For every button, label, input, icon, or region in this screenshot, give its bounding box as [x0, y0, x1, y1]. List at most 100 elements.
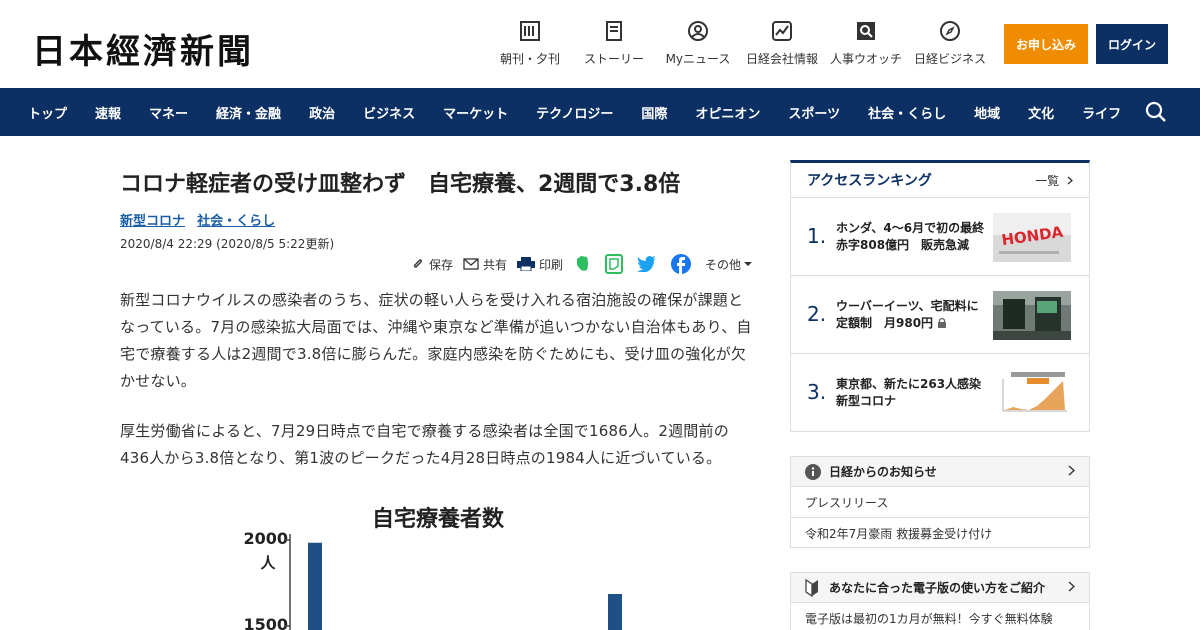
twitter-button[interactable] [636, 256, 661, 272]
nav-item-top[interactable]: トップ [14, 103, 81, 122]
service-label: 日経ビジネス [913, 52, 986, 66]
ranking-number: 2. [807, 302, 827, 326]
share-label: 共有 [482, 257, 507, 272]
service-chokan-yukan[interactable]: 朝刊・夕刊 [488, 20, 572, 67]
article-tags: 新型コロナ 社会・くらし [120, 210, 756, 232]
nav-item-politics[interactable]: 政治 [295, 103, 349, 122]
article: コロナ軽症者の受け皿整わず 自宅療養、2週間で3.8倍 新型コロナ 社会・くらし… [120, 160, 756, 467]
ranking-headline: ウーバーイーツ、宅配料に定額制 月980円 [836, 298, 986, 332]
newspaper-icon [520, 21, 540, 41]
save-label: 保存 [428, 257, 453, 272]
chart-title: 自宅療養者数 [372, 506, 505, 532]
nav-item-market[interactable]: マーケット [429, 103, 522, 122]
evernote-icon [576, 256, 588, 271]
facebook-icon [670, 254, 691, 274]
info-icon [805, 463, 821, 480]
people-search-icon [857, 22, 875, 40]
article-title: コロナ軽症者の受け皿整わず 自宅療養、2週間で3.8倍 [120, 172, 681, 197]
nav-item-business[interactable]: ビジネス [349, 103, 429, 122]
nav-item-life[interactable]: ライフ [1068, 103, 1135, 122]
printer-icon [516, 257, 535, 271]
nav-item-opinion[interactable]: オピニオン [681, 103, 774, 122]
delivery-thumbnail [993, 291, 1071, 340]
ranking-item[interactable]: 3. 東京都、新たに263人感染 新型コロナ [791, 354, 1089, 432]
chevron-right-icon [1068, 581, 1075, 592]
home-recovery-chart: 自宅療養者数 2000 人 1500 [243, 506, 622, 630]
compass-icon [940, 21, 960, 41]
nav-item-sports[interactable]: スポーツ [774, 103, 854, 122]
article-paragraph: 厚生労働省によると、7月29日時点で自宅で療養する感染者は全国で1686人。2週… [120, 422, 729, 467]
chevron-right-icon [1068, 465, 1075, 476]
info-item-press-release[interactable]: プレスリリース [791, 487, 1089, 518]
more-share-button[interactable]: その他 [705, 256, 756, 273]
ranking-more-label: 一覧 [1035, 173, 1060, 188]
apply-button[interactable]: お申し込み [1004, 24, 1088, 64]
nav-item-international[interactable]: 国際 [627, 103, 681, 122]
nav-item-region[interactable]: 地域 [960, 103, 1014, 122]
service-my-news[interactable]: Myニュース [656, 20, 740, 67]
nav-item-culture[interactable]: 文化 [1014, 103, 1068, 122]
search-icon[interactable] [1144, 100, 1168, 124]
user-icon [688, 21, 708, 41]
nav-item-money[interactable]: マネー [135, 103, 202, 122]
tag-link[interactable]: 新型コロナ [120, 214, 185, 229]
site-logo[interactable]: 日本經濟新聞 [32, 24, 254, 73]
tokyo-cases-thumbnail [993, 369, 1071, 418]
share-toolbar: 保存 共有 印刷 その他 [401, 254, 756, 274]
site-header: 日本經濟新聞 朝刊・夕刊 ストーリー Myニュース 日経会社情報 人事ウオッチ … [0, 0, 1200, 88]
save-button[interactable]: 保存 [411, 256, 453, 273]
tag-link[interactable]: 社会・くらし [197, 214, 275, 229]
ranking-item[interactable]: 1. ホンダ、4～6月で初の最終赤字808億円 販売急減 HONDA [791, 198, 1089, 276]
info-item-donation[interactable]: 令和2年7月豪雨 救援募金受け付け [791, 518, 1089, 549]
twitter-icon [636, 256, 656, 272]
beginner-mark-icon [805, 578, 818, 597]
mail-icon [463, 258, 479, 270]
ranking-more-link[interactable]: 一覧 [1035, 172, 1073, 189]
service-label: 人事ウオッチ [829, 52, 902, 66]
nav-item-economy[interactable]: 経済・金融 [202, 103, 295, 122]
y-tick-label: 1500 [243, 615, 288, 630]
service-links: 朝刊・夕刊 ストーリー Myニュース 日経会社情報 人事ウオッチ 日経ビジネス [488, 20, 992, 67]
evernote-button[interactable] [573, 255, 595, 273]
ranking-headline: 東京都、新たに263人感染 新型コロナ [836, 377, 994, 408]
guide-item-free-trial[interactable]: 電子版は最初の1カ月が無料！今すぐ無料体験 [791, 603, 1089, 630]
print-button[interactable]: 印刷 [516, 256, 563, 273]
y-axis-unit: 人 [260, 554, 276, 572]
nav-item-technology[interactable]: テクノロジー [522, 103, 627, 122]
nikkei-info-box: 日経からのお知らせ プレスリリース 令和2年7月豪雨 救援募金受け付け [790, 456, 1090, 548]
ranking-header: アクセスランキング 一覧 [791, 163, 1089, 198]
article-paragraph: 新型コロナウイルスの感染者のうち、症状の軽い人らを受け入れる宿泊施設の確保が課題… [120, 291, 752, 390]
y-tick-label: 2000 [243, 529, 288, 548]
service-label: ストーリー [583, 52, 644, 66]
service-company-info[interactable]: 日経会社情報 [740, 20, 824, 67]
share-button[interactable]: 共有 [463, 256, 507, 273]
facebook-button[interactable] [670, 254, 695, 274]
more-label: その他 [704, 257, 741, 272]
nav-item-sokuho[interactable]: 速報 [81, 103, 135, 122]
digital-guide-box: あなたに合った電子版の使い方をご紹介 電子版は最初の1カ月が無料！今すぐ無料体験 [790, 572, 1090, 630]
caret-down-icon [744, 262, 752, 266]
chevron-right-icon [1067, 176, 1073, 184]
chart-bar [608, 594, 622, 630]
service-nikkei-business[interactable]: 日経ビジネス [908, 20, 992, 67]
ranking-headline-text: ウーバーイーツ、宅配料に定額制 月980円 [836, 299, 979, 330]
info-header[interactable]: 日経からのお知らせ [791, 457, 1089, 487]
story-icon [606, 21, 622, 41]
service-jinji-watch[interactable]: 人事ウオッチ [824, 20, 908, 67]
service-story[interactable]: ストーリー [572, 20, 656, 67]
chart-icon [772, 21, 792, 41]
ranking-title: アクセスランキング [807, 173, 932, 189]
ranking-headline: ホンダ、4～6月で初の最終赤字808億円 販売急減 [836, 221, 985, 252]
chart-bar [308, 542, 322, 630]
login-button[interactable]: ログイン [1096, 24, 1168, 64]
article-date: 2020/8/4 22:29 (2020/8/5 5:22更新) [120, 237, 335, 251]
memo-icon [604, 254, 623, 274]
service-label: 朝刊・夕刊 [499, 52, 560, 66]
ranking-number: 3. [807, 380, 827, 404]
guide-header[interactable]: あなたに合った電子版の使い方をご紹介 [791, 573, 1089, 603]
print-label: 印刷 [538, 257, 563, 272]
nav-item-society[interactable]: 社会・くらし [854, 103, 960, 122]
clip-icon [413, 259, 422, 268]
ranking-item[interactable]: 2. ウーバーイーツ、宅配料に定額制 月980円 [791, 276, 1089, 354]
memo-button[interactable] [604, 254, 627, 274]
